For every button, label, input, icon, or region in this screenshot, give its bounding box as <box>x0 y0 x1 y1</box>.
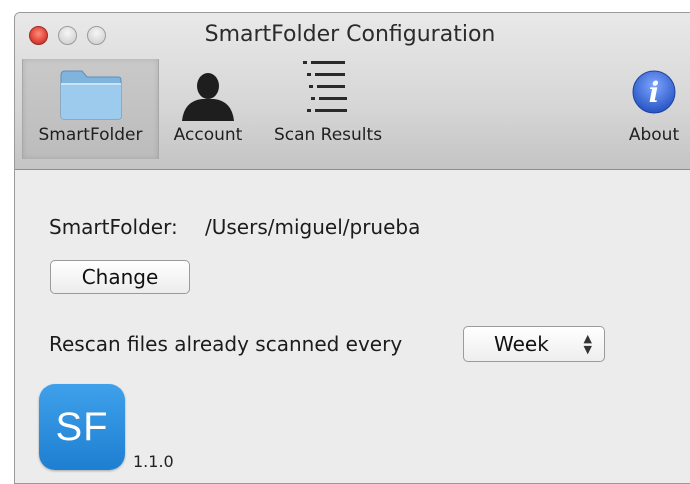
list-icon <box>303 61 347 112</box>
toolbar-label-smartfolder: SmartFolder <box>38 125 143 145</box>
change-button[interactable]: Change <box>50 260 190 294</box>
toolbar-label-scan-results: Scan Results <box>273 125 383 145</box>
title-toolbar: SmartFolder Configuration SmartFolder Ac… <box>15 13 690 170</box>
smartfolder-label: SmartFolder: <box>49 215 178 239</box>
preferences-pane: SmartFolder: /Users/miguel/prueba Change… <box>15 170 690 483</box>
updown-arrows-icon: ▲ ▼ <box>583 332 592 356</box>
user-icon <box>182 73 234 121</box>
rescan-interval-select[interactable]: Week ▲ ▼ <box>463 326 605 362</box>
smartfolder-path: /Users/miguel/prueba <box>205 215 421 239</box>
app-logo-icon: SF <box>39 384 125 470</box>
toolbar-item-scan-results[interactable]: Scan Results <box>263 59 393 159</box>
rescan-interval-value: Week <box>494 332 549 356</box>
info-icon: i <box>632 70 676 114</box>
toolbar-label-about: About <box>628 125 680 145</box>
toolbar-item-account[interactable]: Account <box>163 59 253 159</box>
toolbar-item-about[interactable]: i About <box>617 59 690 159</box>
version-label: 1.1.0 <box>133 452 174 471</box>
toolbar-label-account: Account <box>173 125 243 145</box>
window-title: SmartFolder Configuration <box>204 22 496 47</box>
svg-text:i: i <box>649 76 660 109</box>
toolbar-item-smartfolder[interactable]: SmartFolder <box>22 59 159 159</box>
app-window: SmartFolder Configuration SmartFolder Ac… <box>14 12 690 484</box>
folder-icon <box>60 70 121 120</box>
rescan-label: Rescan files already scanned every <box>49 332 403 356</box>
